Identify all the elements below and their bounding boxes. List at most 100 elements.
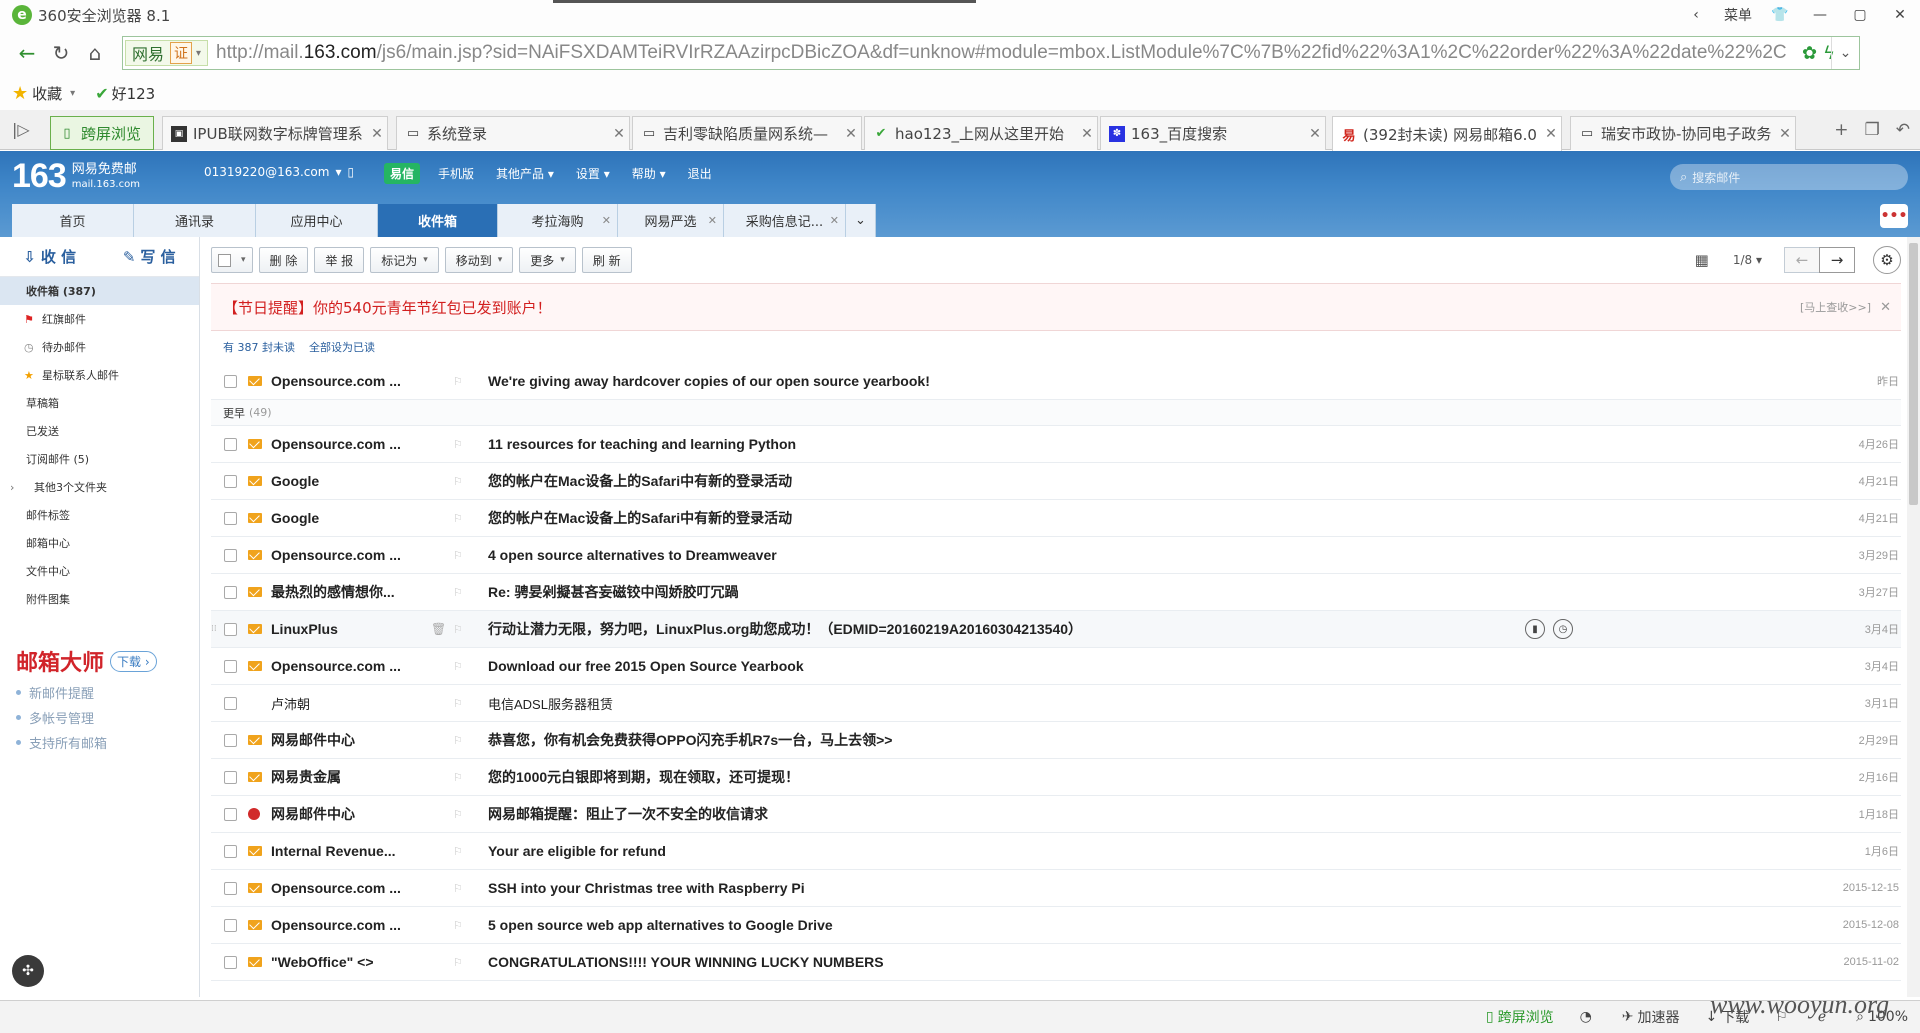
phone-icon[interactable]: ▯ (347, 165, 354, 179)
table-row[interactable]: ⁞⁞ LinuxPlus 🗑 ⚐ 行动让潜力无限，努力吧，LinuxPlus.org助您… (211, 611, 1901, 648)
hao123-link[interactable]: ✔ 好123 (95, 83, 155, 104)
site-badge[interactable]: 网易 证 ▾ (125, 40, 209, 66)
row-checkbox[interactable] (224, 511, 237, 525)
kuaping-status-button[interactable]: ▯ 跨屏浏览 (1486, 1007, 1554, 1027)
table-row[interactable]: 最热烈的感情想你... ⚐ Re: 骋妟剁擬甚吝妄磁铰中闯娇胶叮冗踻 3月27日 (211, 574, 1901, 611)
master-feature[interactable]: 新邮件提醒 (16, 683, 157, 702)
tab-procurement[interactable]: 采购信息记... ✕ (724, 204, 846, 237)
flag-icon[interactable]: ⚐ (453, 375, 463, 388)
more-menu-button[interactable]: ••• (1880, 204, 1908, 228)
scrollbar[interactable] (1907, 237, 1920, 997)
help-link[interactable]: 帮助 ▾ (632, 165, 666, 182)
tab-list-icon[interactable]: ❐ (1865, 120, 1880, 140)
refresh-list-button[interactable]: 刷 新 (581, 247, 632, 273)
new-tab-icon[interactable]: + (1834, 120, 1848, 140)
tabs-overflow-button[interactable]: ⌄ (846, 204, 876, 237)
mail-search-input[interactable]: ⌕ 搜索邮件 (1670, 164, 1908, 190)
row-checkbox[interactable] (224, 548, 237, 562)
app-launcher-icon[interactable]: ✣ (12, 955, 44, 987)
tab-home[interactable]: 首页 (12, 204, 134, 237)
sidebar-item-attachments[interactable]: 附件图集 (0, 585, 199, 613)
logout-link[interactable]: 退出 (688, 165, 712, 182)
calendar-icon[interactable]: ▦ (1695, 251, 1709, 269)
sidebar-item-sent[interactable]: 已发送 (0, 417, 199, 445)
tab-close-icon[interactable]: ✕ (841, 126, 861, 142)
select-all-checkbox[interactable]: ▾ (211, 247, 253, 273)
tab-contacts[interactable]: 通讯录 (134, 204, 256, 237)
table-row[interactable]: Opensource.com ... ⚐ 4 open source alterna… (211, 537, 1901, 574)
tab-netease-mail[interactable]: 易 (392封未读) 网易邮箱6.0 ✕ (1332, 116, 1562, 151)
flag-icon[interactable]: ⚐ (453, 956, 463, 969)
mark-all-read-link[interactable]: 全部设为已读 (309, 339, 375, 355)
master-download-button[interactable]: 下载 › (110, 650, 157, 672)
table-row[interactable]: "WebOffice" <> ⚐ CONGRATULATIONS!!!! YOUR … (211, 944, 1901, 981)
sidebar-item-starred[interactable]: ★ 星标联系人邮件 (0, 361, 199, 389)
row-checkbox[interactable] (224, 733, 237, 747)
sidebar-item-flagged[interactable]: ⚑ 红旗邮件 (0, 305, 199, 333)
page-selector[interactable]: 1/8 ▾ (1733, 253, 1762, 267)
sidebar-item-labels[interactable]: 邮件标签 (0, 501, 199, 529)
master-feature[interactable]: 支持所有邮箱 (16, 733, 157, 752)
row-checkbox[interactable] (224, 844, 237, 858)
flag-icon[interactable]: ⚐ (453, 512, 463, 525)
row-checkbox[interactable] (224, 622, 237, 636)
mark-as-button[interactable]: 标记为 ▾ (370, 247, 439, 273)
row-checkbox[interactable] (224, 770, 237, 784)
flag-icon[interactable]: ⚐ (453, 882, 463, 895)
flag-icon[interactable]: ⚐ (453, 771, 463, 784)
refresh-button[interactable]: ↻ (44, 36, 78, 70)
gear-icon[interactable]: ⚙ (1873, 246, 1901, 274)
delete-button[interactable]: 删 除 (258, 247, 309, 273)
flag-icon[interactable]: ⚐ (453, 623, 463, 636)
tab-baidu[interactable]: ✽ 163_百度搜索 ✕ (1100, 116, 1326, 150)
flag-icon[interactable]: ⚐ (453, 919, 463, 932)
tab-kaola[interactable]: 考拉海购 ✕ (498, 204, 618, 237)
menu-button[interactable]: 菜单 (1716, 0, 1760, 30)
flag-icon[interactable]: ⚐ (453, 697, 463, 710)
row-checkbox[interactable] (224, 437, 237, 451)
back-button[interactable]: ← (10, 36, 44, 70)
flag-icon[interactable]: ⚐ (453, 660, 463, 673)
sidebar-item-file-center[interactable]: 文件中心 (0, 557, 199, 585)
row-checkbox[interactable] (224, 374, 237, 388)
undo-close-icon[interactable]: ↶ (1896, 120, 1910, 140)
account-menu[interactable]: 01319220@163.com ▾ ▯ (204, 165, 354, 179)
settings-link[interactable]: 设置 ▾ (576, 165, 610, 182)
report-button[interactable]: 举 报 (314, 247, 365, 273)
back-arrow-icon[interactable]: ‹ (1676, 0, 1716, 30)
table-row[interactable]: 卢沛朝 ⚐ 电信ADSL服务器租赁 3月1日 (211, 685, 1901, 722)
minimize-icon[interactable]: — (1800, 0, 1840, 30)
tab-inbox[interactable]: 收件箱 (378, 204, 498, 237)
prev-page-button[interactable]: ← (1784, 247, 1820, 273)
table-row[interactable]: 网易邮件中心 ⚐ 恭喜您，你有机会免费获得OPPO闪充手机R7s一台，马上去领>> 2… (211, 722, 1901, 759)
cert-badge[interactable]: 证 (170, 42, 193, 64)
tab-login[interactable]: ▭ 系统登录 ✕ (396, 116, 630, 150)
sidebar-item-mail-center[interactable]: 邮箱中心 (0, 529, 199, 557)
tab-close-icon[interactable]: ✕ (830, 214, 839, 227)
flag-icon[interactable]: ⚐ (453, 438, 463, 451)
tab-close-icon[interactable]: ✕ (1775, 126, 1795, 142)
mobile-link[interactable]: 手机版 (438, 165, 474, 182)
tab-close-icon[interactable]: ✕ (1541, 126, 1561, 142)
speed-icon[interactable]: ◔ (1580, 1009, 1596, 1025)
skin-icon[interactable]: 👕 (1760, 0, 1800, 30)
flag-icon[interactable]: ⚐ (453, 734, 463, 747)
tab-close-icon[interactable]: ✕ (708, 214, 717, 227)
flag-icon[interactable]: ⚐ (453, 549, 463, 562)
security-shield-icon[interactable]: ✿ (1802, 43, 1817, 64)
table-row[interactable]: Google ⚐ 您的帐户在Mac设备上的Safari中有新的登录活动 4月21日 (211, 463, 1901, 500)
mail-brand[interactable]: 163 网易免费邮 mail.163.com (12, 157, 140, 196)
tab-ruian[interactable]: ▭ 瑞安市政协-协同电子政务 ✕ (1570, 116, 1796, 150)
tab-ipub[interactable]: ▣ IPUB联网数字标牌管理系 ✕ (162, 116, 388, 150)
table-row[interactable]: Opensource.com ... ⚐ 5 open source web app… (211, 907, 1901, 944)
tab-close-icon[interactable]: ✕ (367, 126, 387, 142)
notice-text[interactable]: 【节日提醒】你的540元青年节红包已发到账户！ (223, 297, 552, 318)
row-checkbox[interactable] (224, 918, 237, 932)
notice-action-link[interactable]: [马上查收>>] (1800, 299, 1871, 315)
row-checkbox[interactable] (224, 696, 237, 710)
bookmark-icon[interactable]: ▮ (1525, 619, 1545, 639)
row-checkbox[interactable] (224, 881, 237, 895)
table-row[interactable]: Opensource.com ... ⚐ 11 resources for teac… (211, 426, 1901, 463)
tab-app-center[interactable]: 应用中心 (256, 204, 378, 237)
tab-close-icon[interactable]: ✕ (1077, 126, 1097, 142)
